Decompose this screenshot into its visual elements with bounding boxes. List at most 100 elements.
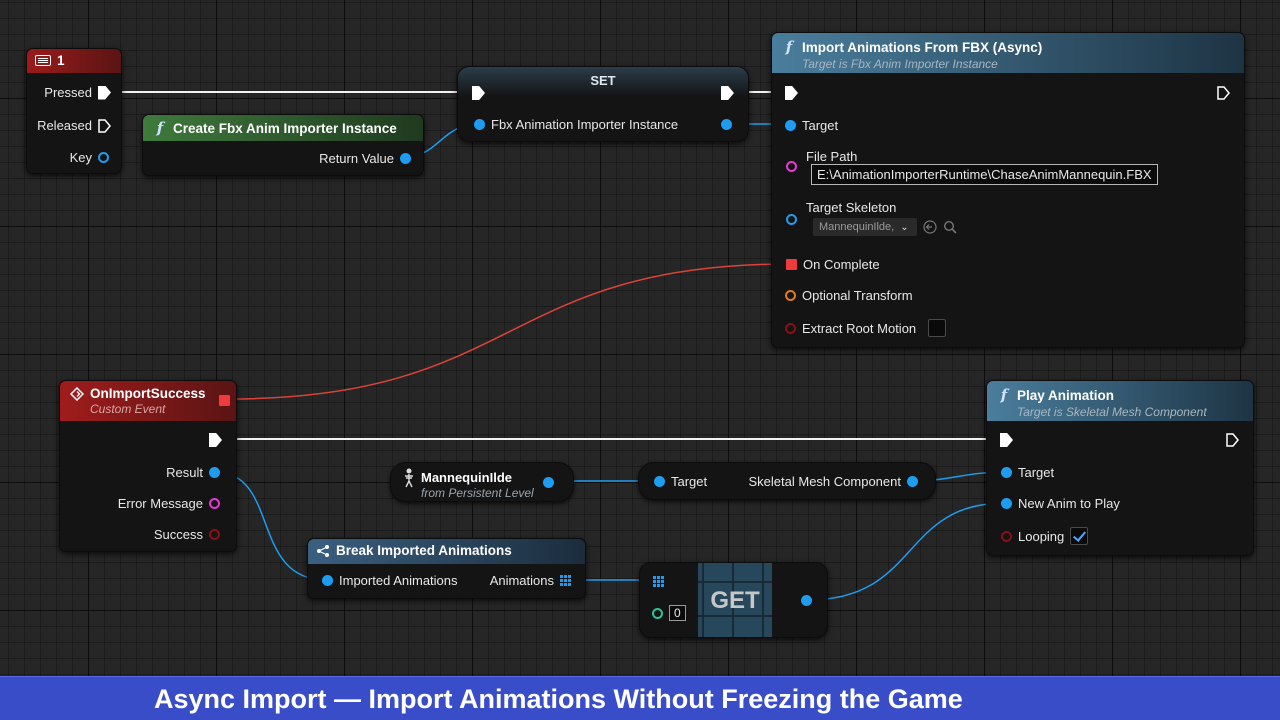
set-exec-out-icon[interactable]: [721, 86, 734, 100]
pin-new-anim[interactable]: New Anim to Play: [1001, 496, 1120, 511]
object-pin-icon[interactable]: [1001, 498, 1012, 509]
event-diamond-icon: [70, 386, 84, 401]
object-pin-icon[interactable]: [785, 120, 796, 131]
pin-on-complete[interactable]: On Complete: [786, 257, 880, 272]
import-async-subtitle: Target is Fbx Anim Importer Instance: [802, 57, 998, 71]
looping-checkbox[interactable]: [1070, 527, 1089, 545]
play-animation-header: f Play Animation Target is Skeletal Mesh…: [987, 381, 1253, 421]
pin-get-index[interactable]: 0: [652, 605, 686, 621]
object-pin-icon[interactable]: [801, 595, 812, 606]
pin-mesh-target[interactable]: Target: [654, 474, 707, 489]
play-exec-in-icon[interactable]: [1000, 433, 1013, 447]
create-importer-node[interactable]: f Create Fbx Anim Importer Instance Retu…: [142, 114, 424, 176]
skeletal-mesh-node[interactable]: Target Skeletal Mesh Component: [638, 462, 936, 500]
set-var-label: Fbx Animation Importer Instance: [491, 117, 679, 132]
event-exec-out-icon[interactable]: [209, 433, 222, 447]
string-pin-icon[interactable]: [786, 161, 797, 172]
extract-root-motion-label: Extract Root Motion: [802, 320, 917, 336]
object-pin-icon[interactable]: [907, 476, 918, 487]
create-importer-title: Create Fbx Anim Importer Instance: [173, 120, 397, 136]
target-skeleton-label: Target Skeleton: [806, 200, 897, 215]
get-index-input[interactable]: 0: [669, 605, 686, 621]
pin-success[interactable]: Success: [154, 527, 220, 542]
array-pin-icon[interactable]: [560, 575, 571, 586]
pressed-label: Pressed: [44, 85, 92, 100]
key-event-node[interactable]: 1 Pressed Released Key: [26, 48, 122, 174]
play-target-label: Target: [1018, 465, 1055, 480]
key-label: Key: [69, 150, 92, 165]
pin-released[interactable]: Released: [37, 118, 111, 133]
on-import-success-title: OnImportSuccess: [90, 386, 206, 401]
mesh-output-label: Skeletal Mesh Component: [748, 474, 901, 489]
bool-pin-icon[interactable]: [785, 322, 796, 334]
struct-pin-icon[interactable]: [98, 152, 109, 163]
pin-play-target[interactable]: Target: [1001, 465, 1054, 480]
wire-get-to-new-anim: [807, 502, 1006, 601]
pin-pressed[interactable]: Pressed: [44, 85, 111, 100]
new-anim-label: New Anim to Play: [1018, 496, 1120, 511]
set-exec-in-icon[interactable]: [472, 86, 485, 100]
import-async-title: Import Animations From FBX (Async): [802, 39, 1043, 55]
break-imported-header: Break Imported Animations: [308, 539, 585, 564]
pin-imported-animations[interactable]: Imported Animations: [322, 573, 458, 588]
use-selected-icon[interactable]: [923, 220, 937, 234]
exec-pin-icon[interactable]: [98, 85, 111, 100]
object-pin-icon[interactable]: [786, 214, 797, 225]
break-imported-node[interactable]: Break Imported Animations Imported Anima…: [307, 538, 586, 599]
object-pin-icon[interactable]: [654, 476, 665, 487]
import-exec-out-icon[interactable]: [1217, 86, 1230, 100]
set-node[interactable]: SET Fbx Animation Importer Instance: [457, 66, 749, 142]
looping-label: Looping: [1018, 528, 1065, 544]
chevron-down-icon: ⌄: [900, 221, 909, 233]
get-label: GET: [710, 587, 760, 614]
pin-error-message[interactable]: Error Message: [118, 496, 220, 511]
object-pin-icon[interactable]: [543, 477, 554, 488]
title-banner: Async Import — Import Animations Without…: [0, 676, 1280, 720]
exec-pin-icon[interactable]: [98, 118, 111, 133]
mesh-target-label: Target: [671, 474, 708, 489]
struct-pin-icon[interactable]: [209, 467, 220, 478]
object-pin-icon[interactable]: [400, 153, 411, 164]
pin-return-value[interactable]: Return Value: [319, 151, 411, 166]
pin-looping[interactable]: Looping: [1001, 527, 1089, 545]
set-output-pin-icon[interactable]: [721, 119, 732, 130]
get-node[interactable]: GET 0: [639, 562, 828, 638]
file-path-input[interactable]: E:\AnimationImporterRuntime\ChaseAnimMan…: [811, 164, 1158, 185]
play-animation-subtitle: Target is Skeletal Mesh Component: [1017, 405, 1207, 419]
int-pin-icon[interactable]: [652, 607, 663, 619]
event-delegate-pin-icon[interactable]: [219, 395, 230, 406]
imported-animations-label: Imported Animations: [339, 573, 458, 588]
pin-import-target[interactable]: Target: [785, 118, 838, 133]
array-pin-icon[interactable]: [653, 576, 664, 587]
struct-pin-icon[interactable]: [322, 575, 333, 586]
delegate-pin-icon[interactable]: [786, 259, 797, 270]
struct-pin-icon[interactable]: [785, 290, 796, 301]
object-pin-icon[interactable]: [1001, 467, 1012, 478]
object-pin-icon[interactable]: [474, 119, 485, 130]
released-label: Released: [37, 118, 92, 133]
bool-pin-icon[interactable]: [209, 529, 220, 540]
pin-animations-array[interactable]: Animations: [490, 573, 571, 588]
mannequin-ref-node[interactable]: MannequinIlde from Persistent Level: [390, 462, 574, 502]
browse-search-icon[interactable]: [943, 220, 957, 234]
target-skeleton-value: MannequinIlde,: [819, 221, 895, 233]
set-title: SET: [590, 73, 616, 88]
import-async-header: f Import Animations From FBX (Async) Tar…: [772, 33, 1244, 73]
import-exec-in-icon[interactable]: [785, 86, 798, 100]
on-import-success-subtitle: Custom Event: [90, 402, 166, 416]
extract-root-motion-checkbox[interactable]: [928, 319, 947, 337]
pin-result[interactable]: Result: [166, 465, 220, 480]
play-animation-node[interactable]: f Play Animation Target is Skeletal Mesh…: [986, 380, 1254, 556]
break-imported-title: Break Imported Animations: [336, 543, 512, 558]
bool-pin-icon[interactable]: [1001, 530, 1012, 542]
pin-key[interactable]: Key: [70, 150, 109, 165]
pin-optional-transform[interactable]: Optional Transform: [785, 288, 913, 303]
on-import-success-node[interactable]: OnImportSuccess Custom Event Result Erro…: [59, 380, 237, 552]
pin-extract-root-motion[interactable]: Extract Root Motion: [785, 319, 947, 337]
import-async-node[interactable]: f Import Animations From FBX (Async) Tar…: [771, 32, 1245, 348]
pin-mesh-output[interactable]: Skeletal Mesh Component: [749, 474, 918, 489]
play-exec-out-icon[interactable]: [1226, 433, 1239, 447]
target-skeleton-dropdown[interactable]: MannequinIlde, ⌄: [813, 218, 917, 236]
string-pin-icon[interactable]: [209, 498, 220, 509]
pin-set-input[interactable]: Fbx Animation Importer Instance: [474, 117, 678, 132]
